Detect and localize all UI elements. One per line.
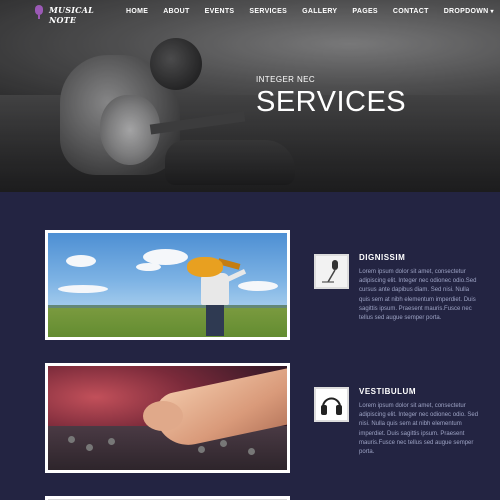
service-text-dignissim: Lorem ipsum dolor sit amet, consectetur … (359, 269, 477, 322)
nav-services[interactable]: SERVICES (249, 8, 287, 15)
nav-pages[interactable]: PAGES (352, 8, 378, 15)
service-title-dignissim: DIGNISSIM (359, 253, 406, 262)
nav-about[interactable]: ABOUT (163, 8, 189, 15)
microphone-logo-icon (34, 5, 44, 19)
logo-line-1: MUSICAL (49, 5, 94, 15)
nav-gallery[interactable]: GALLERY (302, 8, 337, 15)
logo-line-2: NOTE (49, 15, 77, 25)
service-title-vestibulum: VESTIBULUM (359, 387, 416, 396)
nav-events[interactable]: EVENTS (205, 8, 235, 15)
service-image-guitar-field (45, 230, 290, 340)
page-title: SERVICES (256, 86, 407, 118)
hero-banner: INTEGER NEC SERVICES (0, 0, 500, 192)
service-image-third (45, 496, 290, 500)
nav-contact[interactable]: CONTACT (393, 8, 429, 15)
site-logo[interactable]: MUSICAL NOTE (34, 5, 94, 25)
top-navigation: MUSICAL NOTE HOME ABOUT EVENTS SERVICES … (0, 0, 500, 25)
microphone-icon (314, 254, 349, 289)
logo-text: MUSICAL NOTE (49, 5, 94, 25)
hero-overlay (0, 0, 500, 192)
nav-home[interactable]: HOME (126, 8, 148, 15)
nav-menu: HOME ABOUT EVENTS SERVICES GALLERY PAGES… (126, 8, 500, 15)
service-text-vestibulum: Lorem ipsum dolor sit amet, consectetur … (359, 403, 479, 456)
nav-dropdown[interactable]: DROPDOWN (444, 8, 494, 15)
headphones-icon (314, 387, 349, 422)
hero-subtitle: INTEGER NEC (256, 75, 316, 84)
service-image-dj-mixer (45, 363, 290, 473)
